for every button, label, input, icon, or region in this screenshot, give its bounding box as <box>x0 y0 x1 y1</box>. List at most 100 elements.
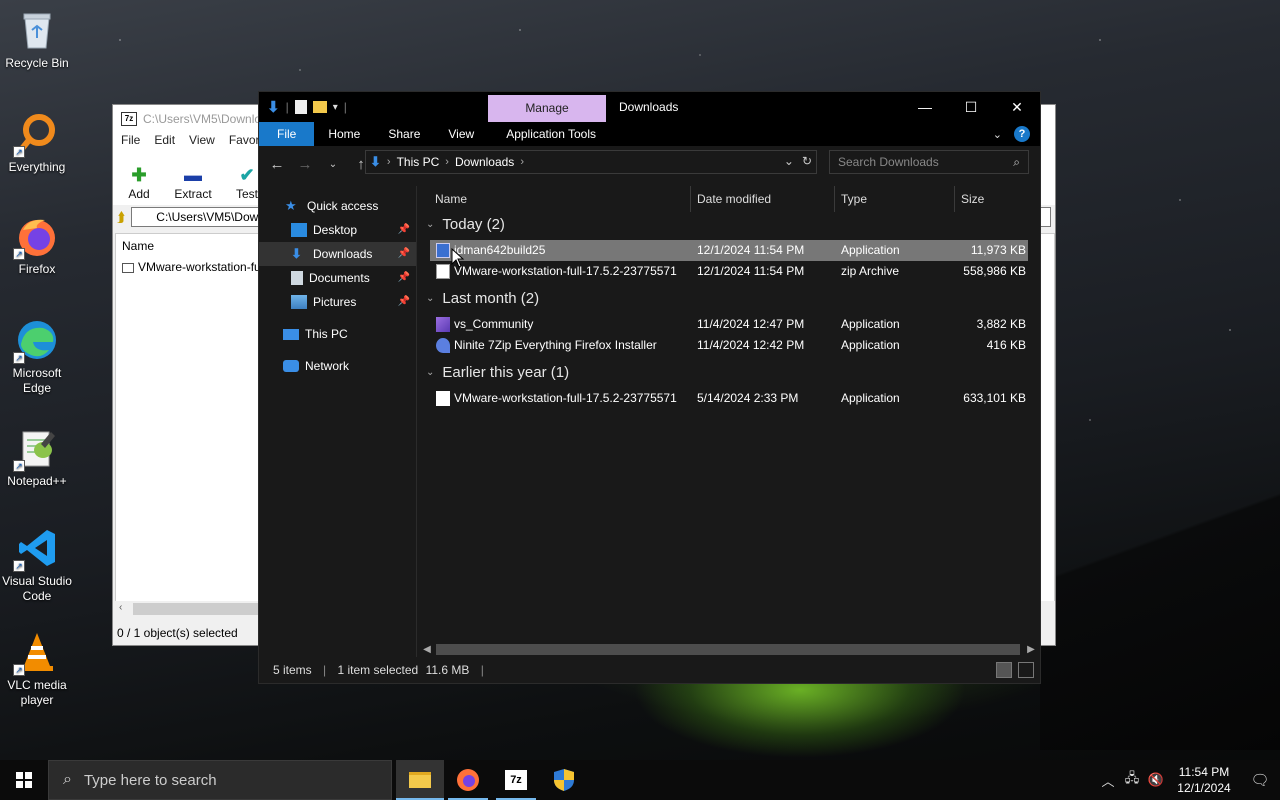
file-list[interactable]: Name Date modified Type Size ⌄ Today (2)… <box>418 186 1040 660</box>
shortcut-arrow-icon: ↗ <box>13 146 25 158</box>
table-row[interactable]: VMware-workstation-full-17.5.2-23775571 … <box>430 388 1028 409</box>
pin-icon[interactable]: 📌 <box>398 218 410 242</box>
nav-item-desktop[interactable]: Desktop 📌 <box>259 218 416 242</box>
horizontal-scrollbar[interactable]: ◀ ▶ <box>418 641 1040 658</box>
properties-icon[interactable] <box>294 100 307 114</box>
large-icons-view-icon[interactable] <box>1018 662 1034 678</box>
forward-arrow-icon[interactable]: → <box>293 156 317 173</box>
details-view-icon[interactable] <box>996 662 1012 678</box>
7zip-extract-button[interactable]: ▬ Extract <box>173 165 213 201</box>
nav-item-documents[interactable]: Documents 📌 <box>259 266 416 290</box>
file-size: 633,101 KB <box>963 391 1026 405</box>
group-header[interactable]: ⌄ Last month (2) <box>426 288 539 310</box>
customize-toolbar-icon[interactable]: ▾ <box>333 102 338 113</box>
system-tray: ︿ 🖧 🔇 11:54 PM 12/1/2024 🗨 <box>1096 760 1280 800</box>
desktop-icon-vscode[interactable]: ↗ Visual Studio Code <box>2 526 72 604</box>
file-name: idman642build25 <box>454 243 546 257</box>
7zip-add-button[interactable]: ✚ Add <box>119 165 159 201</box>
scroll-left-icon[interactable]: ‹ <box>119 602 122 613</box>
chevron-right-icon[interactable]: › <box>387 156 391 168</box>
window-title: Downloads <box>619 100 679 114</box>
tab-file[interactable]: File <box>259 122 315 146</box>
7zip-scroll-thumb[interactable] <box>133 603 263 615</box>
table-row[interactable]: VMware-workstation-full-17.5.2-23775571 … <box>430 261 1028 282</box>
desktop-icon-firefox[interactable]: ↗ Firefox <box>2 214 72 277</box>
taskbar-firefox[interactable] <box>444 760 492 800</box>
scroll-right-icon[interactable]: ▶ <box>1024 641 1038 658</box>
computer-icon <box>283 328 299 340</box>
chevron-right-icon[interactable]: › <box>445 156 449 168</box>
desktop-icon-vlc[interactable]: ↗ VLC media player <box>2 630 72 708</box>
maximize-button[interactable]: ☐ <box>948 92 994 122</box>
scroll-thumb[interactable] <box>436 644 1020 655</box>
pin-icon[interactable]: 📌 <box>398 266 410 290</box>
clock[interactable]: 11:54 PM 12/1/2024 <box>1168 764 1240 796</box>
column-size[interactable]: Size <box>954 186 1034 212</box>
tab-view[interactable]: View <box>434 122 488 146</box>
7zip-menu-view[interactable]: View <box>189 133 215 151</box>
nav-item-network[interactable]: Network <box>259 354 416 378</box>
explorer-titlebar[interactable]: ⬇ | ▾ | Manage Downloads — ☐ ✕ <box>259 92 1040 122</box>
desktop-icon-recycle-bin[interactable]: Recycle Bin <box>2 8 72 71</box>
volume-muted-icon[interactable]: 🔇 <box>1144 772 1168 788</box>
desktop-icon-label: Visual Studio Code <box>2 574 72 603</box>
chevron-right-icon[interactable]: › <box>520 156 524 168</box>
edge-icon: ↗ <box>13 318 59 364</box>
close-button[interactable]: ✕ <box>994 92 1040 122</box>
nav-item-quick-access[interactable]: ★ Quick access <box>259 194 416 218</box>
tab-application-tools[interactable]: Application Tools <box>492 122 610 146</box>
notifications-icon[interactable]: 🗨 <box>1240 771 1280 789</box>
file-type: Application <box>841 338 900 352</box>
column-date-modified[interactable]: Date modified <box>690 186 834 212</box>
column-name[interactable]: Name <box>435 186 690 212</box>
minimize-button[interactable]: — <box>902 92 948 122</box>
nav-item-downloads[interactable]: ⬇ Downloads 📌 <box>259 242 416 266</box>
group-header[interactable]: ⌄ Earlier this year (1) <box>426 362 569 384</box>
table-row[interactable]: idman642build25 12/1/2024 11:54 PM Appli… <box>430 240 1028 261</box>
explorer-window[interactable]: ⬇ | ▾ | Manage Downloads — ☐ ✕ File Home… <box>258 91 1041 684</box>
scroll-left-icon[interactable]: ◀ <box>420 641 434 658</box>
nav-item-this-pc[interactable]: This PC <box>259 322 416 346</box>
start-button[interactable] <box>0 760 48 800</box>
file-date: 12/1/2024 11:54 PM <box>697 243 805 257</box>
search-box[interactable]: Search Downloads ⌕ <box>829 150 1029 174</box>
table-row[interactable]: Ninite 7Zip Everything Firefox Installer… <box>430 335 1028 356</box>
pin-icon[interactable]: 📌 <box>398 242 410 266</box>
breadcrumb-downloads[interactable]: Downloads <box>455 155 514 169</box>
desktop-icon-edge[interactable]: ↗ Microsoft Edge <box>2 318 72 396</box>
quick-access-toolbar: ⬇ | ▾ | <box>259 98 347 116</box>
column-type[interactable]: Type <box>834 186 954 212</box>
desktop-icon-everything[interactable]: ↗ Everything <box>2 112 72 175</box>
file-size: 3,882 KB <box>976 317 1026 331</box>
group-label: Earlier this year (1) <box>442 364 570 381</box>
taskbar-security-app[interactable] <box>540 760 588 800</box>
taskbar-search-box[interactable]: ⌕ Type here to search <box>48 760 392 800</box>
file-name: Ninite 7Zip Everything Firefox Installer <box>454 338 657 352</box>
recent-locations-icon[interactable]: ⌄ <box>321 159 345 170</box>
help-icon[interactable]: ? <box>1014 126 1030 142</box>
address-bar[interactable]: ⬇ › This PC › Downloads › ⌄ ↻ <box>365 150 817 174</box>
show-hidden-icons-icon[interactable]: ︿ <box>1096 771 1120 790</box>
7zip-extract-label: Extract <box>174 187 212 201</box>
taskbar-file-explorer[interactable] <box>396 760 444 800</box>
desktop-icon-notepad-plus-plus[interactable]: ↗ Notepad++ <box>2 426 72 489</box>
manage-context-tab[interactable]: Manage <box>488 95 606 122</box>
table-row[interactable]: vs_Community 11/4/2024 12:47 PM Applicat… <box>430 314 1028 335</box>
refresh-icon[interactable]: ↻ <box>802 154 812 168</box>
network-status-icon[interactable]: 🖧 <box>1120 769 1144 791</box>
expand-ribbon-icon[interactable]: ⌄ <box>993 128 1002 141</box>
pin-icon[interactable]: 📌 <box>398 290 410 314</box>
status-divider: | <box>323 663 327 677</box>
address-dropdown-icon[interactable]: ⌄ <box>784 154 794 168</box>
back-arrow-icon[interactable]: ← <box>265 156 289 173</box>
folder-up-icon[interactable]: ⮭ <box>117 209 125 226</box>
tab-share[interactable]: Share <box>374 122 434 146</box>
group-header[interactable]: ⌄ Today (2) <box>426 214 505 236</box>
taskbar-7zip[interactable]: 7z <box>492 760 540 800</box>
nav-item-pictures[interactable]: Pictures 📌 <box>259 290 416 314</box>
7zip-menu-edit[interactable]: Edit <box>154 133 175 151</box>
new-folder-icon[interactable] <box>312 101 327 113</box>
breadcrumb-this-pc[interactable]: This PC <box>397 155 440 169</box>
7zip-menu-file[interactable]: File <box>121 133 140 151</box>
tab-home[interactable]: Home <box>314 122 374 146</box>
